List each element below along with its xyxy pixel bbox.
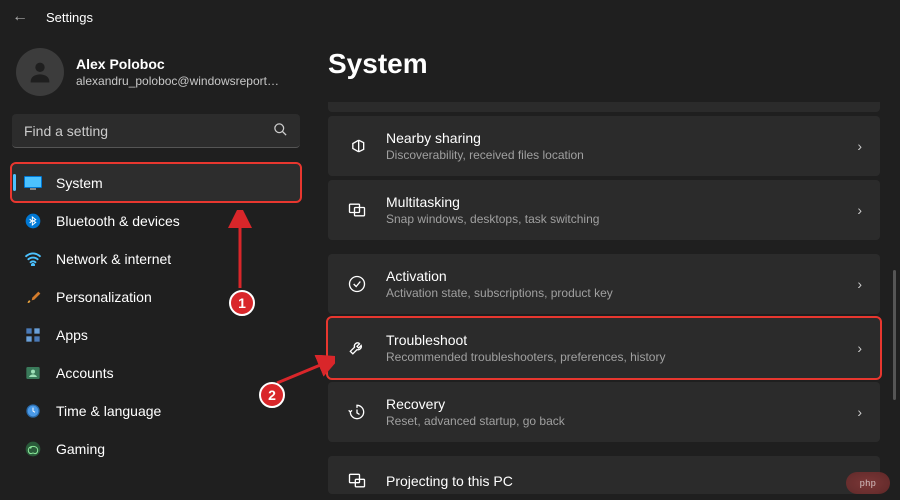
annotation-badge-2: 2: [259, 382, 285, 408]
card-title: Multitasking: [386, 194, 839, 210]
user-profile[interactable]: Alex Poloboc alexandru_poloboc@windowsre…: [12, 42, 300, 114]
nav-label: Network & internet: [56, 251, 171, 267]
bluetooth-icon: [24, 212, 42, 230]
card-troubleshoot[interactable]: Troubleshoot Recommended troubleshooters…: [328, 318, 880, 378]
chevron-right-icon: ›: [857, 404, 862, 420]
card-subtitle: Recommended troubleshooters, preferences…: [386, 350, 839, 364]
search-icon: [273, 122, 288, 140]
search-placeholder: Find a setting: [24, 123, 273, 139]
card-projecting[interactable]: Projecting to this PC: [328, 456, 880, 494]
card-subtitle: Activation state, subscriptions, product…: [386, 286, 839, 300]
sidebar-item-time[interactable]: Time & language: [12, 392, 300, 429]
card-subtitle: Reset, advanced startup, go back: [386, 414, 839, 428]
card-multitasking[interactable]: Multitasking Snap windows, desktops, tas…: [328, 180, 880, 240]
sidebar-item-network[interactable]: Network & internet: [12, 240, 300, 277]
user-name: Alex Poloboc: [76, 56, 279, 72]
main-content: System Nearby sharing Discoverability, r…: [310, 34, 900, 500]
brush-icon: [24, 288, 42, 306]
person-icon: [26, 58, 54, 86]
chevron-right-icon: ›: [857, 276, 862, 292]
annotation-badge-1: 1: [229, 290, 255, 316]
account-icon: [24, 364, 42, 382]
page-title: System: [328, 48, 880, 80]
sidebar-item-personalization[interactable]: Personalization: [12, 278, 300, 315]
wrench-icon: [346, 337, 368, 359]
watermark: php: [846, 472, 890, 494]
nav-label: System: [56, 175, 103, 191]
sidebar: Alex Poloboc alexandru_poloboc@windowsre…: [0, 34, 310, 500]
project-icon: [346, 470, 368, 492]
sidebar-item-apps[interactable]: Apps: [12, 316, 300, 353]
chevron-right-icon: ›: [857, 340, 862, 356]
card-title: Troubleshoot: [386, 332, 839, 348]
card-subtitle: Snap windows, desktops, task switching: [386, 212, 839, 226]
chevron-right-icon: ›: [857, 138, 862, 154]
nav-label: Time & language: [56, 403, 161, 419]
apps-icon: [24, 326, 42, 344]
card-subtitle: Discoverability, received files location: [386, 148, 839, 162]
nav-label: Personalization: [56, 289, 152, 305]
card-activation[interactable]: Activation Activation state, subscriptio…: [328, 254, 880, 314]
wifi-icon: [24, 250, 42, 268]
nav-label: Gaming: [56, 441, 105, 457]
scrollbar[interactable]: [893, 270, 896, 400]
avatar: [16, 48, 64, 96]
monitor-icon: [24, 174, 42, 192]
nav-label: Accounts: [56, 365, 114, 381]
user-email: alexandru_poloboc@windowsreport…: [76, 74, 279, 88]
nav-label: Bluetooth & devices: [56, 213, 180, 229]
clock-icon: [24, 402, 42, 420]
sidebar-item-accounts[interactable]: Accounts: [12, 354, 300, 391]
card-title: Nearby sharing: [386, 130, 839, 146]
card-title: Activation: [386, 268, 839, 284]
check-icon: [346, 273, 368, 295]
chevron-right-icon: ›: [857, 202, 862, 218]
sidebar-item-gaming[interactable]: Gaming: [12, 430, 300, 467]
card-nearby-sharing[interactable]: Nearby sharing Discoverability, received…: [328, 116, 880, 176]
gaming-icon: [24, 440, 42, 458]
nav-label: Apps: [56, 327, 88, 343]
card-title: Recovery: [386, 396, 839, 412]
card-recovery[interactable]: Recovery Reset, advanced startup, go bac…: [328, 382, 880, 442]
card-partial-top: [328, 102, 880, 112]
sidebar-item-system[interactable]: System: [12, 164, 300, 201]
back-icon[interactable]: ←: [12, 8, 28, 26]
window-title: Settings: [46, 10, 93, 25]
sidebar-item-bluetooth[interactable]: Bluetooth & devices: [12, 202, 300, 239]
share-icon: [346, 135, 368, 157]
search-input[interactable]: Find a setting: [12, 114, 300, 148]
card-title: Projecting to this PC: [386, 473, 862, 489]
nav-list: System Bluetooth & devices Network & int…: [12, 164, 300, 467]
recovery-icon: [346, 401, 368, 423]
multitask-icon: [346, 199, 368, 221]
title-bar: ← Settings: [0, 0, 900, 34]
